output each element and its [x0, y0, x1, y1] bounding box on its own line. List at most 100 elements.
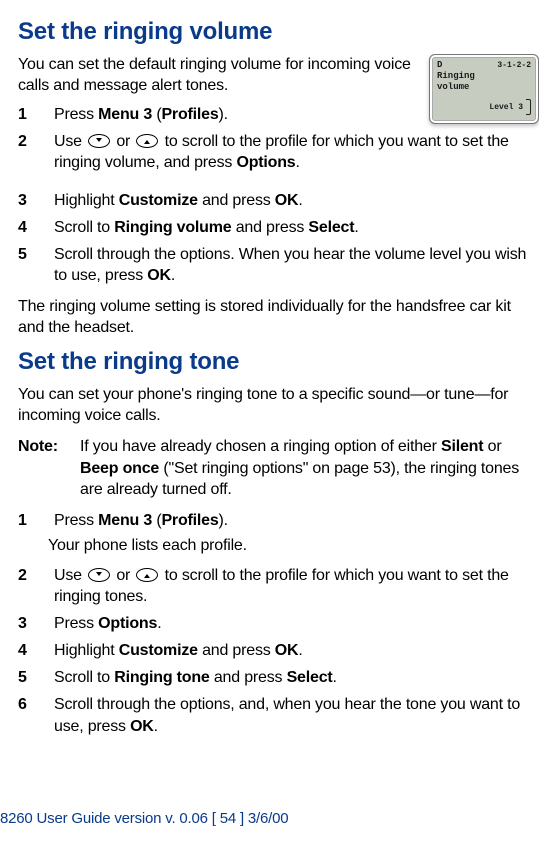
closing-text-volume: The ringing volume setting is stored ind… [18, 296, 539, 338]
step-row: 3 Highlight Customize and press OK. [18, 190, 539, 211]
step-text: Scroll to Ringing tone and press Select. [54, 667, 539, 688]
step-number: 3 [18, 613, 54, 634]
step-text: Scroll through the options, and, when yo… [54, 694, 539, 736]
screen-title-line1: Ringing [437, 71, 531, 82]
step-text: Press Menu 3 (Profiles). [54, 510, 539, 531]
t: . [157, 615, 161, 632]
t: . [354, 219, 358, 236]
scroll-up-icon [136, 134, 158, 148]
step-text: Use or to scroll to the profile for whic… [54, 565, 539, 607]
page-footer: 8260 User Guide version v. 0.06 [ 54 ] 3… [0, 810, 288, 827]
step-number: 2 [18, 565, 54, 607]
scroll-down-icon [88, 568, 110, 582]
t: If you have already chosen a ringing opt… [80, 438, 441, 455]
t-bold: Customize [119, 642, 198, 659]
t: Scroll to [54, 669, 114, 686]
t: Highlight [54, 642, 119, 659]
step-text: Highlight Customize and press OK. [54, 190, 539, 211]
step-text: Press Options. [54, 613, 539, 634]
scroll-up-icon [136, 568, 158, 582]
t: Press [54, 615, 98, 632]
screen-title-line2: volume [437, 82, 531, 93]
t-bold: OK [275, 642, 299, 659]
step-row: 2 Use or to scroll to the profile for wh… [18, 565, 539, 607]
t: . [154, 718, 158, 735]
step-row: 6 Scroll through the options, and, when … [18, 694, 539, 736]
t: and press [198, 192, 275, 209]
intro-text-tone: You can set your phone's ringing tone to… [18, 384, 539, 426]
t-bold: Options [98, 615, 157, 632]
scroll-indicator-icon [526, 99, 531, 115]
step-text: Use or to scroll to the profile for whic… [54, 131, 539, 173]
t-bold: Ringing tone [114, 669, 209, 686]
step-number: 1 [18, 510, 54, 531]
t: . [298, 192, 302, 209]
step-row: 5 Scroll to Ringing tone and press Selec… [18, 667, 539, 688]
t: Scroll through the options, and, when yo… [54, 696, 520, 734]
t-bold: Ringing volume [114, 219, 231, 236]
t: or [112, 567, 134, 584]
t: Scroll to [54, 219, 114, 236]
t: . [171, 267, 175, 284]
step-number: 2 [18, 131, 54, 173]
step-row: 2 Use or to scroll to the profile for wh… [18, 131, 539, 173]
t: . [296, 154, 300, 171]
t: or [483, 438, 501, 455]
note-block: Note: If you have already chosen a ringi… [18, 436, 539, 499]
t: Press [54, 106, 98, 123]
step-text: Highlight Customize and press OK. [54, 640, 539, 661]
step-text: Scroll through the options. When you hea… [54, 244, 539, 286]
t: and press [210, 669, 287, 686]
step-row: 4 Scroll to Ringing volume and press Sel… [18, 217, 539, 238]
t-bold: OK [275, 192, 299, 209]
t: and press [231, 219, 308, 236]
t: . [333, 669, 337, 686]
screen-icon-d: D [437, 60, 442, 71]
step-row: 5 Scroll through the options. When you h… [18, 244, 539, 286]
step-number: 4 [18, 640, 54, 661]
t-bold: Silent [441, 438, 483, 455]
heading-ringing-volume: Set the ringing volume [18, 18, 539, 46]
step-number: 5 [18, 244, 54, 286]
step-number: 1 [18, 104, 54, 125]
t: to scroll to the profile for which [160, 133, 374, 150]
t: Press [54, 512, 98, 529]
t: or [112, 133, 134, 150]
t-bold: Beep once [80, 460, 159, 477]
t-bold: Select [308, 219, 354, 236]
step-row: 3 Press Options. [18, 613, 539, 634]
step-text: Press Menu 3 (Profiles). [54, 104, 423, 125]
screen-value: Level 3 [489, 102, 523, 113]
t-bold: Customize [119, 192, 198, 209]
t: ). [219, 512, 228, 529]
t: Use [54, 133, 86, 150]
scroll-down-icon [88, 134, 110, 148]
t-bold: Profiles [161, 512, 218, 529]
t-bold: Options [236, 154, 295, 171]
t-bold: OK [147, 267, 171, 284]
t-bold: Menu 3 [98, 512, 152, 529]
step-number: 3 [18, 190, 54, 211]
step-row: 1 Press Menu 3 (Profiles). [18, 510, 539, 531]
note-text: If you have already chosen a ringing opt… [80, 436, 539, 499]
t: Highlight [54, 192, 119, 209]
sub-text: Your phone lists each profile. [48, 537, 539, 555]
t: Scroll through the options. When you hea… [54, 246, 526, 284]
step-number: 4 [18, 217, 54, 238]
step-row: 4 Highlight Customize and press OK. [18, 640, 539, 661]
t-bold: OK [130, 718, 154, 735]
t: Use [54, 567, 86, 584]
t: ). [219, 106, 228, 123]
t-bold: Profiles [161, 106, 218, 123]
phone-screen-illustration: D 3-1-2-2 Ringing volume Level 3 Select … [429, 54, 539, 124]
step-text: Scroll to Ringing volume and press Selec… [54, 217, 539, 238]
t-bold: Menu 3 [98, 106, 152, 123]
t: . [298, 642, 302, 659]
screen-menu-path: 3-1-2-2 [497, 60, 531, 71]
step-number: 5 [18, 667, 54, 688]
step-row: 1 Press Menu 3 (Profiles). [18, 104, 423, 125]
heading-ringing-tone: Set the ringing tone [18, 348, 539, 376]
t-bold: Select [287, 669, 333, 686]
t: and press [198, 642, 275, 659]
note-label: Note: [18, 436, 80, 499]
